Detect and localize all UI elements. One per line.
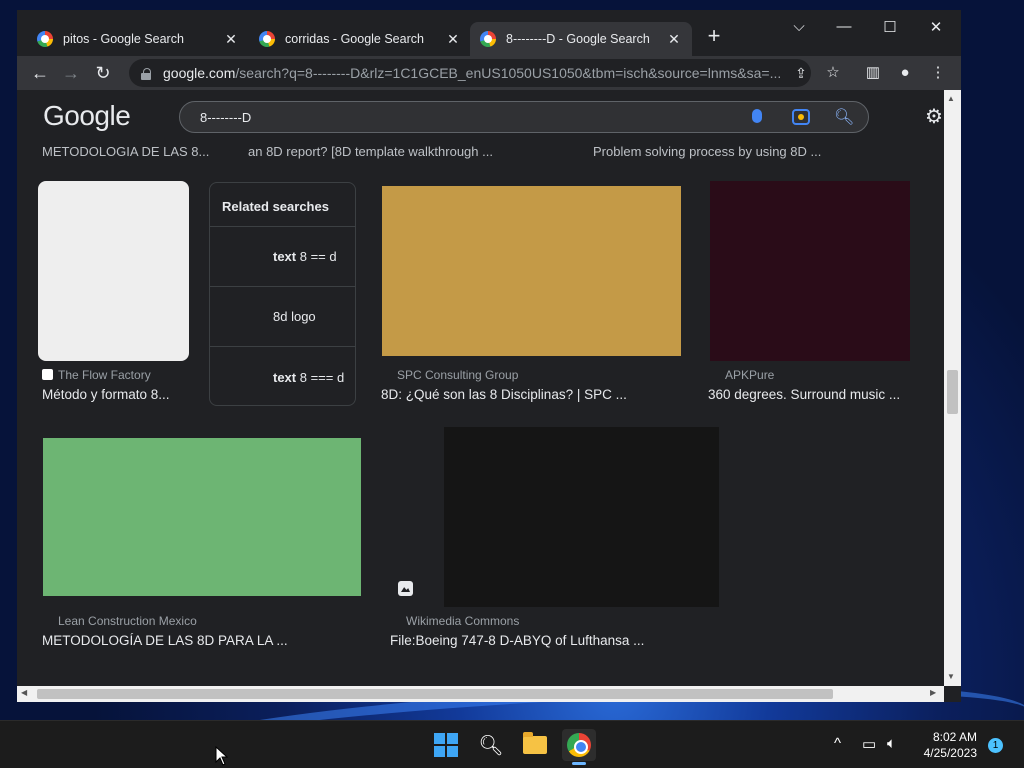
search-query: 8--------D [200,110,252,125]
network-icon[interactable]: ▭ [862,735,876,753]
url-domain: google.com [163,65,236,81]
result-title[interactable]: METODOLOGÍA DE LAS 8D PARA LA ... [42,633,288,648]
tab-strip: pitos - Google Search ✕ corridas - Googl… [17,10,961,56]
search-icon[interactable]: 🔍︎ [834,107,854,127]
folder-icon [523,732,547,754]
tab-title: pitos - Google Search [63,32,184,46]
forward-icon[interactable]: → [58,60,84,86]
clock[interactable]: 8:02 AM 4/25/2023 [905,729,977,761]
result-source: Wikimedia Commons [406,614,520,628]
related-search-item[interactable]: text 8 == d [210,227,355,287]
url-path: /search?q=8--------D&rlz=1C1GCEB_enUS105… [235,65,782,81]
result-thumbnail[interactable] [43,438,361,596]
related-searches-header: Related searches [210,183,355,227]
result-title[interactable]: Método y formato 8... [42,387,170,402]
result-source: Lean Construction Mexico [58,614,197,628]
new-tab-button[interactable]: + [701,24,727,50]
reload-icon[interactable]: ↻ [90,60,116,86]
profile-icon[interactable]: ● [892,60,918,86]
volume-icon[interactable]: 🔈︎ [887,735,896,752]
google-logo[interactable]: Google [43,100,131,132]
result-title[interactable]: Problem solving process by using 8D ... [593,144,821,159]
tab-pitos[interactable]: pitos - Google Search ✕ [27,22,249,56]
result-title[interactable]: 360 degrees. Surround music ... [708,387,900,402]
browser-toolbar: ← → ↻ google.com/search?q=8--------D&rlz… [17,56,961,90]
related-search-item[interactable]: 8d logo [210,287,355,347]
menu-icon[interactable]: ⋮ [925,60,951,86]
minimize-button[interactable]: — [829,18,859,35]
result-title[interactable]: 8D: ¿Qué son las 8 Disciplinas? | SPC ..… [381,387,627,402]
result-source: The Flow Factory [42,368,151,382]
related-search-item[interactable]: text 8 === d [210,347,355,407]
clock-time: 8:02 AM [932,730,977,744]
tab-corridas[interactable]: corridas - Google Search ✕ [249,22,471,56]
result-title[interactable]: an 8D report? [8D template walkthrough .… [248,144,493,159]
chrome-taskbar-button[interactable] [562,729,596,761]
google-lens-icon[interactable] [792,109,810,125]
result-source: APKPure [725,368,775,382]
windows-logo-icon [434,733,458,757]
browser-window: pitos - Google Search ✕ corridas - Googl… [17,10,961,702]
scroll-up-icon[interactable]: ▲ [947,94,955,103]
tab-close-icon[interactable]: ✕ [223,31,239,48]
google-favicon-icon [37,31,53,47]
vertical-scrollbar[interactable]: ▲ ▼ [944,90,961,686]
star-icon[interactable]: ☆ [820,60,846,86]
result-thumbnail[interactable] [38,181,189,361]
tab-title: 8--------D - Google Search [506,32,650,46]
tab-close-icon[interactable]: ✕ [666,31,682,48]
result-thumbnail[interactable] [710,181,910,361]
taskbar: 🔍︎ ^ ▭ 🔈︎ 8:02 AM 4/25/2023 1 [0,720,1024,768]
search-input[interactable]: 8--------D 🔍︎ [179,101,869,133]
clock-date: 4/25/2023 [923,746,977,760]
maximize-button[interactable]: ☐ [875,18,905,36]
horizontal-scrollbar[interactable]: ◀ ▶ [17,686,944,702]
mouse-cursor-icon [215,746,229,766]
back-icon[interactable]: ← [27,60,53,86]
google-header: Google 8--------D 🔍︎ ⚙ [17,90,944,142]
result-thumbnail[interactable] [444,427,719,607]
search-icon[interactable]: 🔍︎ [474,729,508,761]
site-favicon-icon [42,369,53,380]
scroll-right-icon[interactable]: ▶ [930,688,936,697]
tab-search-icon[interactable]: ⌵ [784,18,814,35]
start-button[interactable] [429,729,463,761]
gear-icon[interactable]: ⚙ [925,104,943,129]
scrollbar-thumb[interactable] [37,689,833,699]
url-text: google.com/search?q=8--------D&rlz=1C1GC… [163,65,781,81]
tab-title: corridas - Google Search [285,32,424,46]
lock-icon[interactable] [141,67,151,80]
google-favicon-icon [259,31,275,47]
address-bar[interactable]: google.com/search?q=8--------D&rlz=1C1GC… [129,59,811,87]
notification-badge[interactable]: 1 [988,738,1003,753]
related-searches-panel: Related searches text 8 == d 8d logo tex… [209,182,356,406]
image-badge-icon [398,581,413,596]
close-window-button[interactable]: ✕ [921,18,951,36]
search-results-page: Google 8--------D 🔍︎ ⚙ METODOLOGIA DE LA… [17,90,944,686]
result-thumbnail[interactable] [382,186,681,356]
result-title[interactable]: METODOLOGIA DE LAS 8... [42,144,209,159]
tab-8d[interactable]: 8--------D - Google Search ✕ [470,22,692,56]
result-title[interactable]: File:Boeing 747-8 D-ABYQ of Lufthansa ..… [390,633,644,648]
side-panel-icon[interactable]: ▥ [860,60,886,86]
file-explorer-button[interactable] [518,729,552,761]
active-app-indicator [572,762,586,765]
scroll-down-icon[interactable]: ▼ [947,672,955,681]
chrome-icon [567,733,591,757]
share-icon[interactable]: ⇪ [788,60,814,86]
scroll-left-icon[interactable]: ◀ [21,688,27,697]
scrollbar-thumb[interactable] [947,370,958,414]
result-source: SPC Consulting Group [397,368,519,382]
google-favicon-icon [480,31,496,47]
microphone-icon[interactable] [752,109,762,123]
tab-close-icon[interactable]: ✕ [445,31,461,48]
tray-expand-icon[interactable]: ^ [834,735,841,752]
